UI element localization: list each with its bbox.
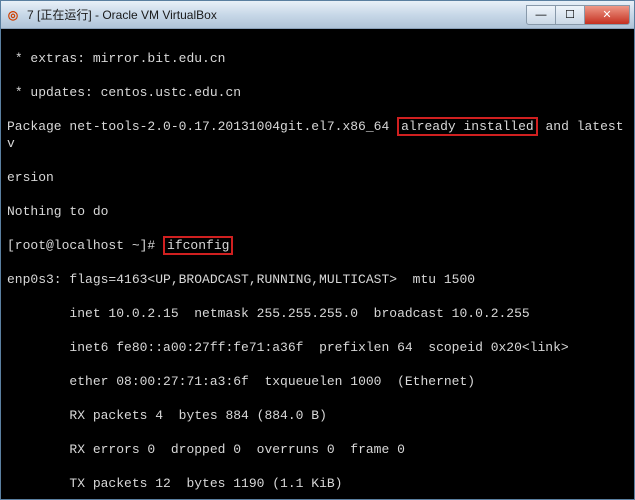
window-controls: — ☐ ✕ — [527, 5, 630, 25]
term-line: inet6 fe80::a00:27ff:fe71:a36f prefixlen… — [7, 339, 628, 356]
term-line: enp0s3: flags=4163<UP,BROADCAST,RUNNING,… — [7, 271, 628, 288]
terminal-output[interactable]: * extras: mirror.bit.edu.cn * updates: c… — [1, 29, 634, 499]
term-prompt: [root@localhost ~]# — [7, 238, 163, 253]
term-line: ersion — [7, 169, 628, 186]
window-title: 7 [正在运行] - Oracle VM VirtualBox — [27, 6, 527, 23]
app-icon: ◎ — [5, 7, 21, 23]
term-line: ether 08:00:27:71:a3:6f txqueuelen 1000 … — [7, 373, 628, 390]
term-line: * updates: centos.ustc.edu.cn — [7, 84, 628, 101]
term-line: inet 10.0.2.15 netmask 255.255.255.0 bro… — [7, 305, 628, 322]
vm-window: ◎ 7 [正在运行] - Oracle VM VirtualBox — ☐ ✕ … — [0, 0, 635, 500]
term-line: Package net-tools-2.0-0.17.20131004git.e… — [7, 118, 628, 152]
minimize-button[interactable]: — — [526, 5, 556, 25]
term-line: * extras: mirror.bit.edu.cn — [7, 50, 628, 67]
term-prompt-line: [root@localhost ~]# ifconfig — [7, 237, 628, 254]
term-text: Package net-tools-2.0-0.17.20131004git.e… — [7, 119, 397, 134]
highlight-ifconfig: ifconfig — [163, 236, 233, 255]
close-button[interactable]: ✕ — [584, 5, 630, 25]
term-line: RX packets 4 bytes 884 (884.0 B) — [7, 407, 628, 424]
maximize-button[interactable]: ☐ — [555, 5, 585, 25]
titlebar[interactable]: ◎ 7 [正在运行] - Oracle VM VirtualBox — ☐ ✕ — [1, 1, 634, 29]
term-line: RX errors 0 dropped 0 overruns 0 frame 0 — [7, 441, 628, 458]
term-line: TX packets 12 bytes 1190 (1.1 KiB) — [7, 475, 628, 492]
term-line: Nothing to do — [7, 203, 628, 220]
highlight-already-installed: already installed — [397, 117, 538, 136]
